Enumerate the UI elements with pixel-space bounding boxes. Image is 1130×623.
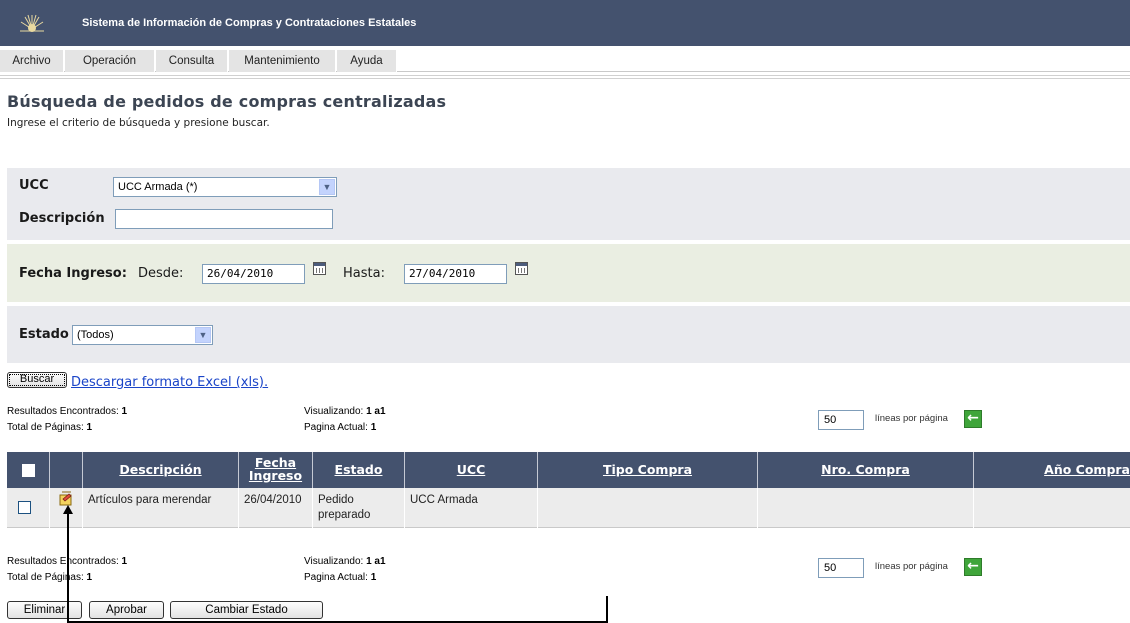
arrow-left-icon[interactable]: ← <box>964 558 982 576</box>
total-paginas-info-bottom: Total de Páginas: 1 <box>7 572 92 583</box>
cell-nro-compra <box>758 488 974 528</box>
descripcion-label: Descripción <box>19 211 105 226</box>
edit-document-icon[interactable] <box>58 491 74 506</box>
visualizando-info: Visualizando: 1 a1 <box>304 406 386 417</box>
cell-tipo-compra <box>538 488 758 528</box>
excel-download-link[interactable]: Descargar formato Excel (xls). <box>71 375 268 390</box>
page-subtitle: Ingrese el criterio de búsqueda y presio… <box>7 117 270 129</box>
header-tipo-compra[interactable]: Tipo Compra <box>538 452 758 488</box>
lineas-por-pagina-input-bottom[interactable]: 50 <box>818 558 864 578</box>
lineas-por-pagina-input[interactable]: 50 <box>818 410 864 430</box>
header-descripcion[interactable]: Descripción <box>83 452 239 488</box>
menu-item-ayuda[interactable]: Ayuda <box>337 50 397 72</box>
lineas-por-pagina-label-bottom: líneas por página <box>875 561 948 572</box>
header-anio-compra[interactable]: Año Compra <box>974 452 1130 488</box>
total-value: 1 <box>86 572 93 583</box>
resultados-value: 1 <box>121 406 128 417</box>
pagina-value: 1 <box>370 422 377 433</box>
chevron-down-icon: ▼ <box>195 327 211 343</box>
chevron-down-icon: ▼ <box>319 179 335 195</box>
row-select-cell <box>7 488 50 528</box>
cell-fecha-ingreso: 26/04/2010 <box>239 488 313 528</box>
ucc-select[interactable]: UCC Armada (*) ▼ <box>113 177 337 197</box>
table-row: Artículos para merendar 26/04/2010 Pedid… <box>7 488 1130 528</box>
buscar-button[interactable]: Buscar <box>7 372 67 388</box>
menu-bar: Archivo Operación Consulta Mantenimiento… <box>0 50 1130 72</box>
fecha-ingreso-label: Fecha Ingreso: <box>19 266 127 281</box>
desde-label: Desde: <box>138 266 184 281</box>
resultados-label: Resultados Encontrados: <box>7 406 119 417</box>
app-title: Sistema de Información de Compras y Cont… <box>82 17 417 29</box>
pagina-actual-info: Pagina Actual: 1 <box>304 422 376 433</box>
eliminar-button[interactable]: Eliminar <box>7 601 82 619</box>
header-ucc[interactable]: UCC <box>405 452 538 488</box>
annotation-arrow-head-icon <box>63 505 73 514</box>
page-title: Búsqueda de pedidos de compras centraliz… <box>7 92 447 111</box>
cambiar-estado-button[interactable]: Cambiar Estado <box>170 601 323 619</box>
visualizando-value: 1 a1 <box>366 406 386 417</box>
calendar-icon[interactable] <box>313 262 326 275</box>
visualizando-info-bottom: Visualizando: 1 a1 <box>304 556 386 567</box>
filter-panel-ucc: UCC UCC Armada (*) ▼ Descripción <box>7 168 1130 240</box>
menu-separator <box>0 75 1130 79</box>
calendar-icon[interactable] <box>515 262 528 275</box>
filter-panel-estado: Estado (Todos) ▼ <box>7 306 1130 363</box>
resultados-info: Resultados Encontrados: 1 <box>7 406 127 417</box>
pagina-label: Pagina Actual: <box>304 572 368 583</box>
total-value: 1 <box>86 422 93 433</box>
total-paginas-info: Total de Páginas: 1 <box>7 422 92 433</box>
icon-column-header <box>50 452 83 488</box>
total-label: Total de Páginas: <box>7 572 84 583</box>
estado-select-value: (Todos) <box>77 329 114 341</box>
estado-label: Estado <box>19 327 69 342</box>
resultados-value: 1 <box>121 556 128 567</box>
select-all-checkbox[interactable] <box>22 464 35 477</box>
menu-item-archivo[interactable]: Archivo <box>0 50 64 72</box>
cell-anio-compra <box>974 488 1130 528</box>
row-checkbox[interactable] <box>18 501 31 514</box>
header-nro-compra[interactable]: Nro. Compra <box>758 452 974 488</box>
cell-descripcion: Artículos para merendar <box>83 488 239 528</box>
table-header-row: Descripción Fecha Ingreso Estado UCC Tip… <box>7 452 1130 488</box>
annotation-arrow-line <box>606 596 608 623</box>
header-fecha-ingreso[interactable]: Fecha Ingreso <box>239 452 313 488</box>
resultados-label: Resultados Encontrados: <box>7 556 119 567</box>
sun-logo-icon <box>20 14 44 32</box>
hasta-label: Hasta: <box>343 266 385 281</box>
header-estado[interactable]: Estado <box>313 452 405 488</box>
cell-ucc: UCC Armada <box>405 488 538 528</box>
lineas-por-pagina-label: líneas por página <box>875 413 948 424</box>
menu-item-operacion[interactable]: Operación <box>65 50 155 72</box>
menu-item-mantenimiento[interactable]: Mantenimiento <box>229 50 336 72</box>
aprobar-button[interactable]: Aprobar <box>89 601 164 619</box>
visualizando-label: Visualizando: <box>304 556 364 567</box>
pagina-label: Pagina Actual: <box>304 422 368 433</box>
hasta-input[interactable]: 27/04/2010 <box>404 264 507 284</box>
estado-select[interactable]: (Todos) ▼ <box>72 325 213 345</box>
arrow-left-icon[interactable]: ← <box>964 410 982 428</box>
filter-panel-fecha: Fecha Ingreso: Desde: 26/04/2010 Hasta: … <box>7 244 1130 302</box>
visualizando-label: Visualizando: <box>304 406 364 417</box>
select-all-cell <box>7 452 50 488</box>
cell-estado: Pedido preparado <box>313 488 405 528</box>
ucc-label: UCC <box>19 178 49 193</box>
total-label: Total de Páginas: <box>7 422 84 433</box>
ucc-select-value: UCC Armada (*) <box>118 181 198 193</box>
pagina-actual-info-bottom: Pagina Actual: 1 <box>304 572 376 583</box>
visualizando-value: 1 a1 <box>366 556 386 567</box>
menu-item-consulta[interactable]: Consulta <box>156 50 228 72</box>
pagina-value: 1 <box>370 572 377 583</box>
annotation-arrow-line <box>67 512 69 623</box>
descripcion-input[interactable] <box>115 209 333 229</box>
desde-input[interactable]: 26/04/2010 <box>202 264 305 284</box>
